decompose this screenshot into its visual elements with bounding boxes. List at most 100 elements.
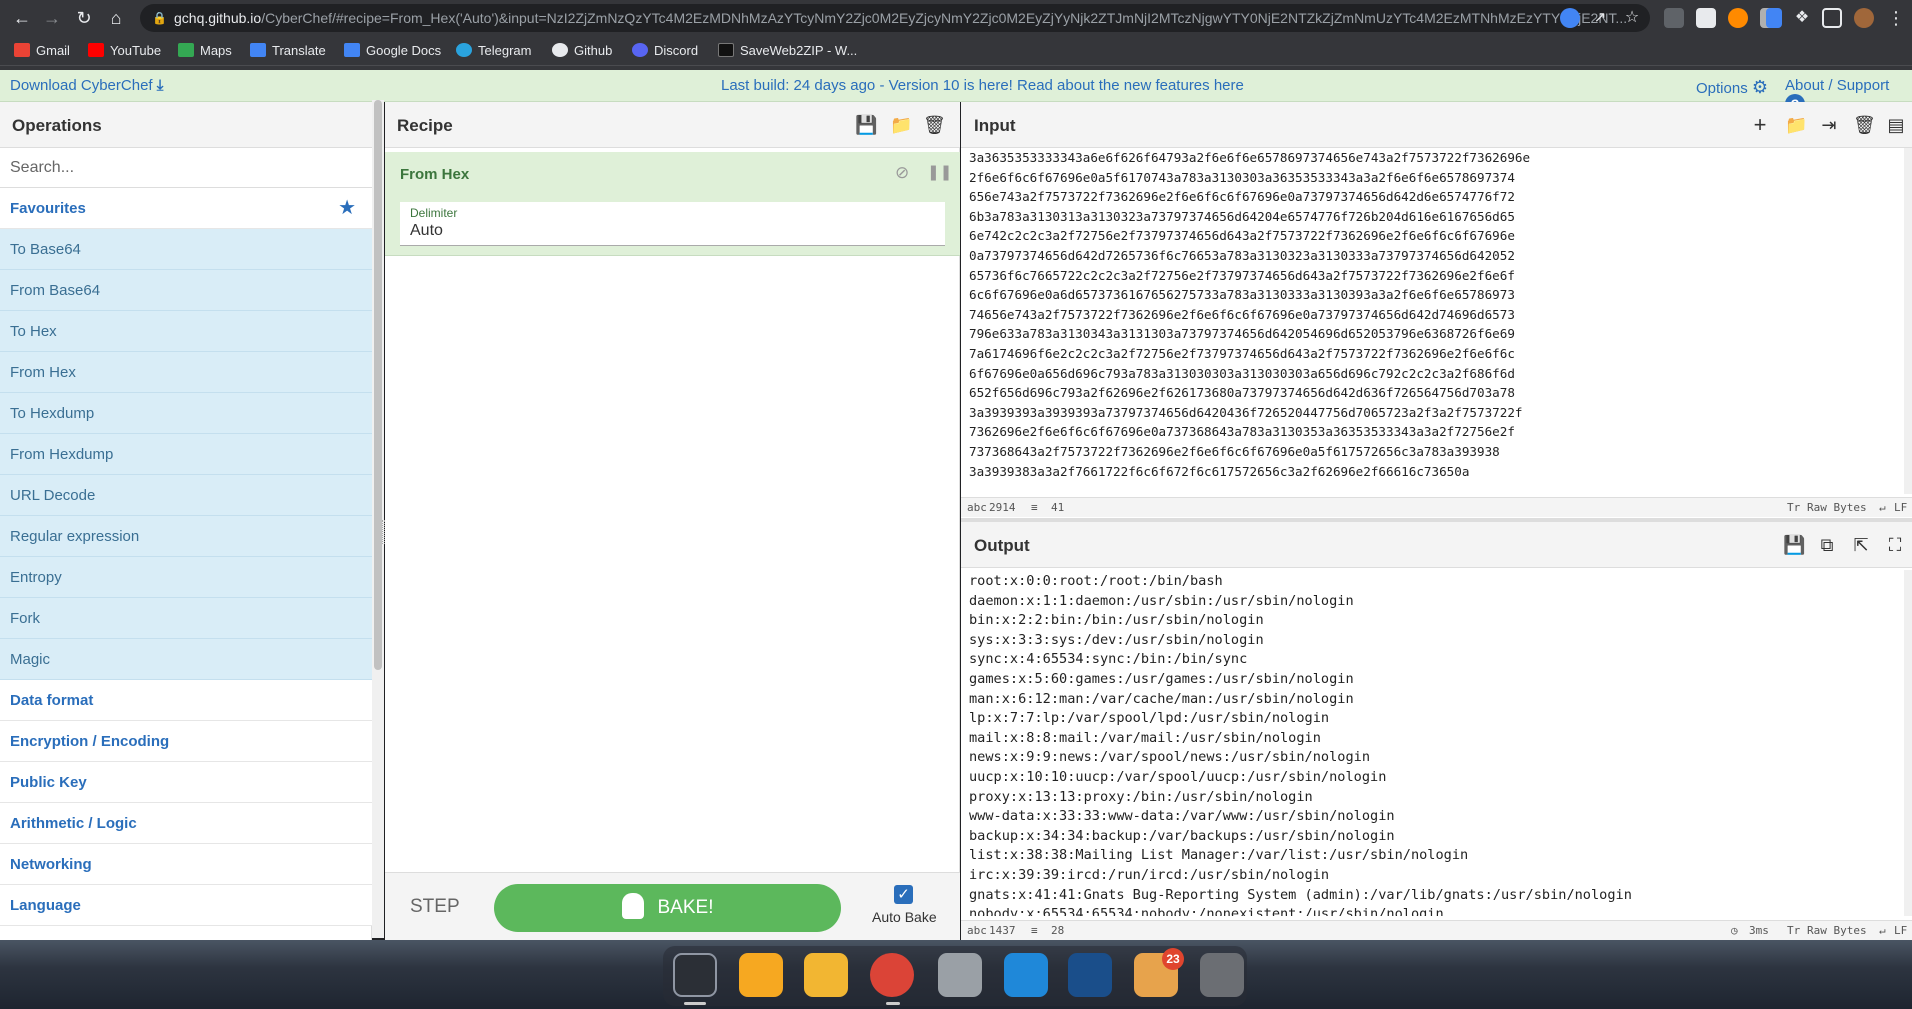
trash-icon[interactable]: 🗑 [923, 115, 946, 135]
side-panel-icon[interactable] [1822, 8, 1842, 28]
output-raw-bytes[interactable]: Raw Bytes [1807, 921, 1867, 941]
delimiter-value[interactable]: Auto [410, 222, 443, 240]
bookmark-discord[interactable]: Discord [632, 42, 698, 60]
raw-bytes-icon[interactable]: Tr [1787, 498, 1800, 518]
bookmark-translate[interactable]: Translate [250, 42, 326, 60]
options-link[interactable]: Options ⚙ [1696, 77, 1768, 98]
output-title: Output [974, 536, 1030, 555]
vscode-icon[interactable] [1004, 953, 1048, 997]
recipe-operation-card[interactable]: From Hex ⊘ ❚❚ Delimiter Auto [385, 152, 960, 256]
bookmark-google-docs[interactable]: Google Docs [344, 42, 441, 60]
download-link[interactable]: Download CyberChef ⤓ [10, 77, 163, 94]
bookmark-gmail[interactable]: Gmail [14, 42, 70, 60]
bookmark-github[interactable]: Github [552, 42, 612, 60]
eol-icon[interactable]: ↵ [1879, 498, 1886, 518]
disable-icon[interactable]: ⊘ [895, 163, 909, 183]
output-textarea[interactable]: root:x:0:0:root:/root:/bin/bash daemon:x… [969, 572, 1889, 916]
bake-button[interactable]: BAKE! [494, 884, 841, 932]
about-label: About / Support [1785, 77, 1890, 94]
bookmark-label: Gmail [36, 43, 70, 58]
recipe-header: Recipe 💾 📁 🗑 [385, 102, 960, 148]
step-button[interactable]: STEP [410, 896, 460, 918]
folder-icon[interactable]: 📁 [890, 115, 912, 135]
add-tab-icon[interactable]: + [1750, 114, 1770, 136]
terminal-icon[interactable] [673, 953, 717, 997]
wireshark-icon[interactable] [1068, 953, 1112, 997]
category-favourites[interactable]: Favourites ★ [0, 188, 372, 229]
bookmark-maps[interactable]: Maps [178, 42, 232, 60]
google-icon[interactable] [1560, 8, 1580, 28]
category-encryption-encoding[interactable]: Encryption / Encoding [0, 721, 372, 762]
input-raw-bytes[interactable]: Raw Bytes [1807, 498, 1867, 518]
puzzle-icon[interactable]: ❖ [1790, 6, 1814, 30]
input-textarea[interactable]: 3a3635353333343a6e6f626f64793a2f6e6f6e65… [969, 148, 1889, 494]
operations-scrollbar[interactable] [372, 100, 384, 938]
bookmark-label: Github [574, 43, 613, 58]
input-scrollbar[interactable] [1904, 148, 1912, 494]
chrome-icon[interactable] [870, 953, 914, 997]
menu-dots-icon[interactable]: ⋮ [1884, 6, 1908, 30]
category-arithmetic-logic[interactable]: Arithmetic / Logic [0, 803, 372, 844]
bookmark-youtube[interactable]: YouTube [88, 42, 161, 60]
bookmark-label: Telegram [478, 43, 532, 58]
eol-icon[interactable]: ↵ [1879, 921, 1886, 941]
home-icon[interactable]: ⌂ [104, 6, 128, 30]
files-icon[interactable] [938, 953, 982, 997]
address-bar[interactable]: 🔒 gchq.github.io/CyberChef/#recipe=From_… [140, 4, 1650, 32]
ops-resize-handle[interactable] [382, 520, 385, 544]
auto-bake-checkbox[interactable]: ✓ [894, 885, 913, 904]
op-url-decode[interactable]: URL Decode [0, 475, 372, 516]
open-folder-icon[interactable]: 📁 [1785, 115, 1807, 135]
op-from-base64[interactable]: From Base64 [0, 270, 372, 311]
avatar[interactable] [1854, 8, 1874, 28]
settings-icon[interactable] [1200, 953, 1244, 997]
app-grid-icon[interactable] [804, 953, 848, 997]
forward-icon[interactable]: → [40, 6, 64, 30]
op-fork[interactable]: Fork [0, 598, 372, 639]
open-file-icon[interactable]: ⇥ [1819, 115, 1839, 135]
bookmark-telegram[interactable]: Telegram [456, 42, 531, 60]
op-magic[interactable]: Magic [0, 639, 372, 680]
category-language[interactable]: Language [0, 885, 372, 926]
op-to-hexdump[interactable]: To Hexdump [0, 393, 372, 434]
op-to-base64[interactable]: To Base64 [0, 229, 372, 270]
operations-scroll-thumb[interactable] [374, 100, 382, 670]
slides-icon[interactable] [739, 953, 783, 997]
maximise-icon[interactable]: ⛶ [1885, 535, 1905, 555]
clear-input-icon[interactable]: 🗑 [1853, 115, 1876, 135]
op-from-hexdump[interactable]: From Hexdump [0, 434, 372, 475]
share-icon[interactable]: ↗ [1588, 6, 1612, 30]
delimiter-field[interactable]: Delimiter Auto [400, 202, 945, 246]
build-notice-link[interactable]: Last build: 24 days ago - Version 10 is … [721, 77, 1244, 94]
reload-icon[interactable]: ↻ [72, 6, 96, 30]
save-icon[interactable]: 💾 [855, 115, 877, 135]
copy-icon[interactable]: ⧉ [1817, 535, 1837, 555]
extension-icon-2[interactable] [1696, 8, 1716, 28]
op-regular-expression[interactable]: Regular expression [0, 516, 372, 557]
bookmark-saveweb2zip[interactable]: SaveWeb2ZIP - W... [718, 42, 857, 60]
category-data-format[interactable]: Data format [0, 680, 372, 721]
extension-icon-1[interactable] [1664, 8, 1684, 28]
input-eol[interactable]: LF [1894, 498, 1907, 518]
op-from-hex[interactable]: From Hex [0, 352, 372, 393]
layout-icon[interactable]: ▤ [1886, 115, 1906, 135]
extension-icon-3[interactable] [1728, 8, 1748, 28]
search-input[interactable] [0, 148, 372, 188]
translate-ext-icon[interactable] [1766, 8, 1782, 28]
back-icon[interactable]: ← [10, 6, 34, 30]
op-to-hex[interactable]: To Hex [0, 311, 372, 352]
star-icon[interactable]: ☆ [1620, 6, 1644, 30]
raw-bytes-icon[interactable]: Tr [1787, 921, 1800, 941]
pause-icon[interactable]: ❚❚ [927, 163, 952, 181]
category-networking[interactable]: Networking [0, 844, 372, 885]
translate-icon [250, 43, 266, 57]
replace-input-icon[interactable]: ⇱ [1851, 535, 1871, 555]
op-entropy[interactable]: Entropy [0, 557, 372, 598]
save-output-icon[interactable]: 💾 [1783, 535, 1805, 555]
star-icon[interactable]: ★ [338, 188, 356, 229]
desktop-dock: 23 [0, 940, 1912, 1009]
category-public-key[interactable]: Public Key [0, 762, 372, 803]
output-scrollbar[interactable] [1904, 570, 1912, 916]
output-eol[interactable]: LF [1894, 921, 1907, 941]
input-header: Input + 📁 ⇥ 🗑 ▤ [961, 102, 1912, 148]
